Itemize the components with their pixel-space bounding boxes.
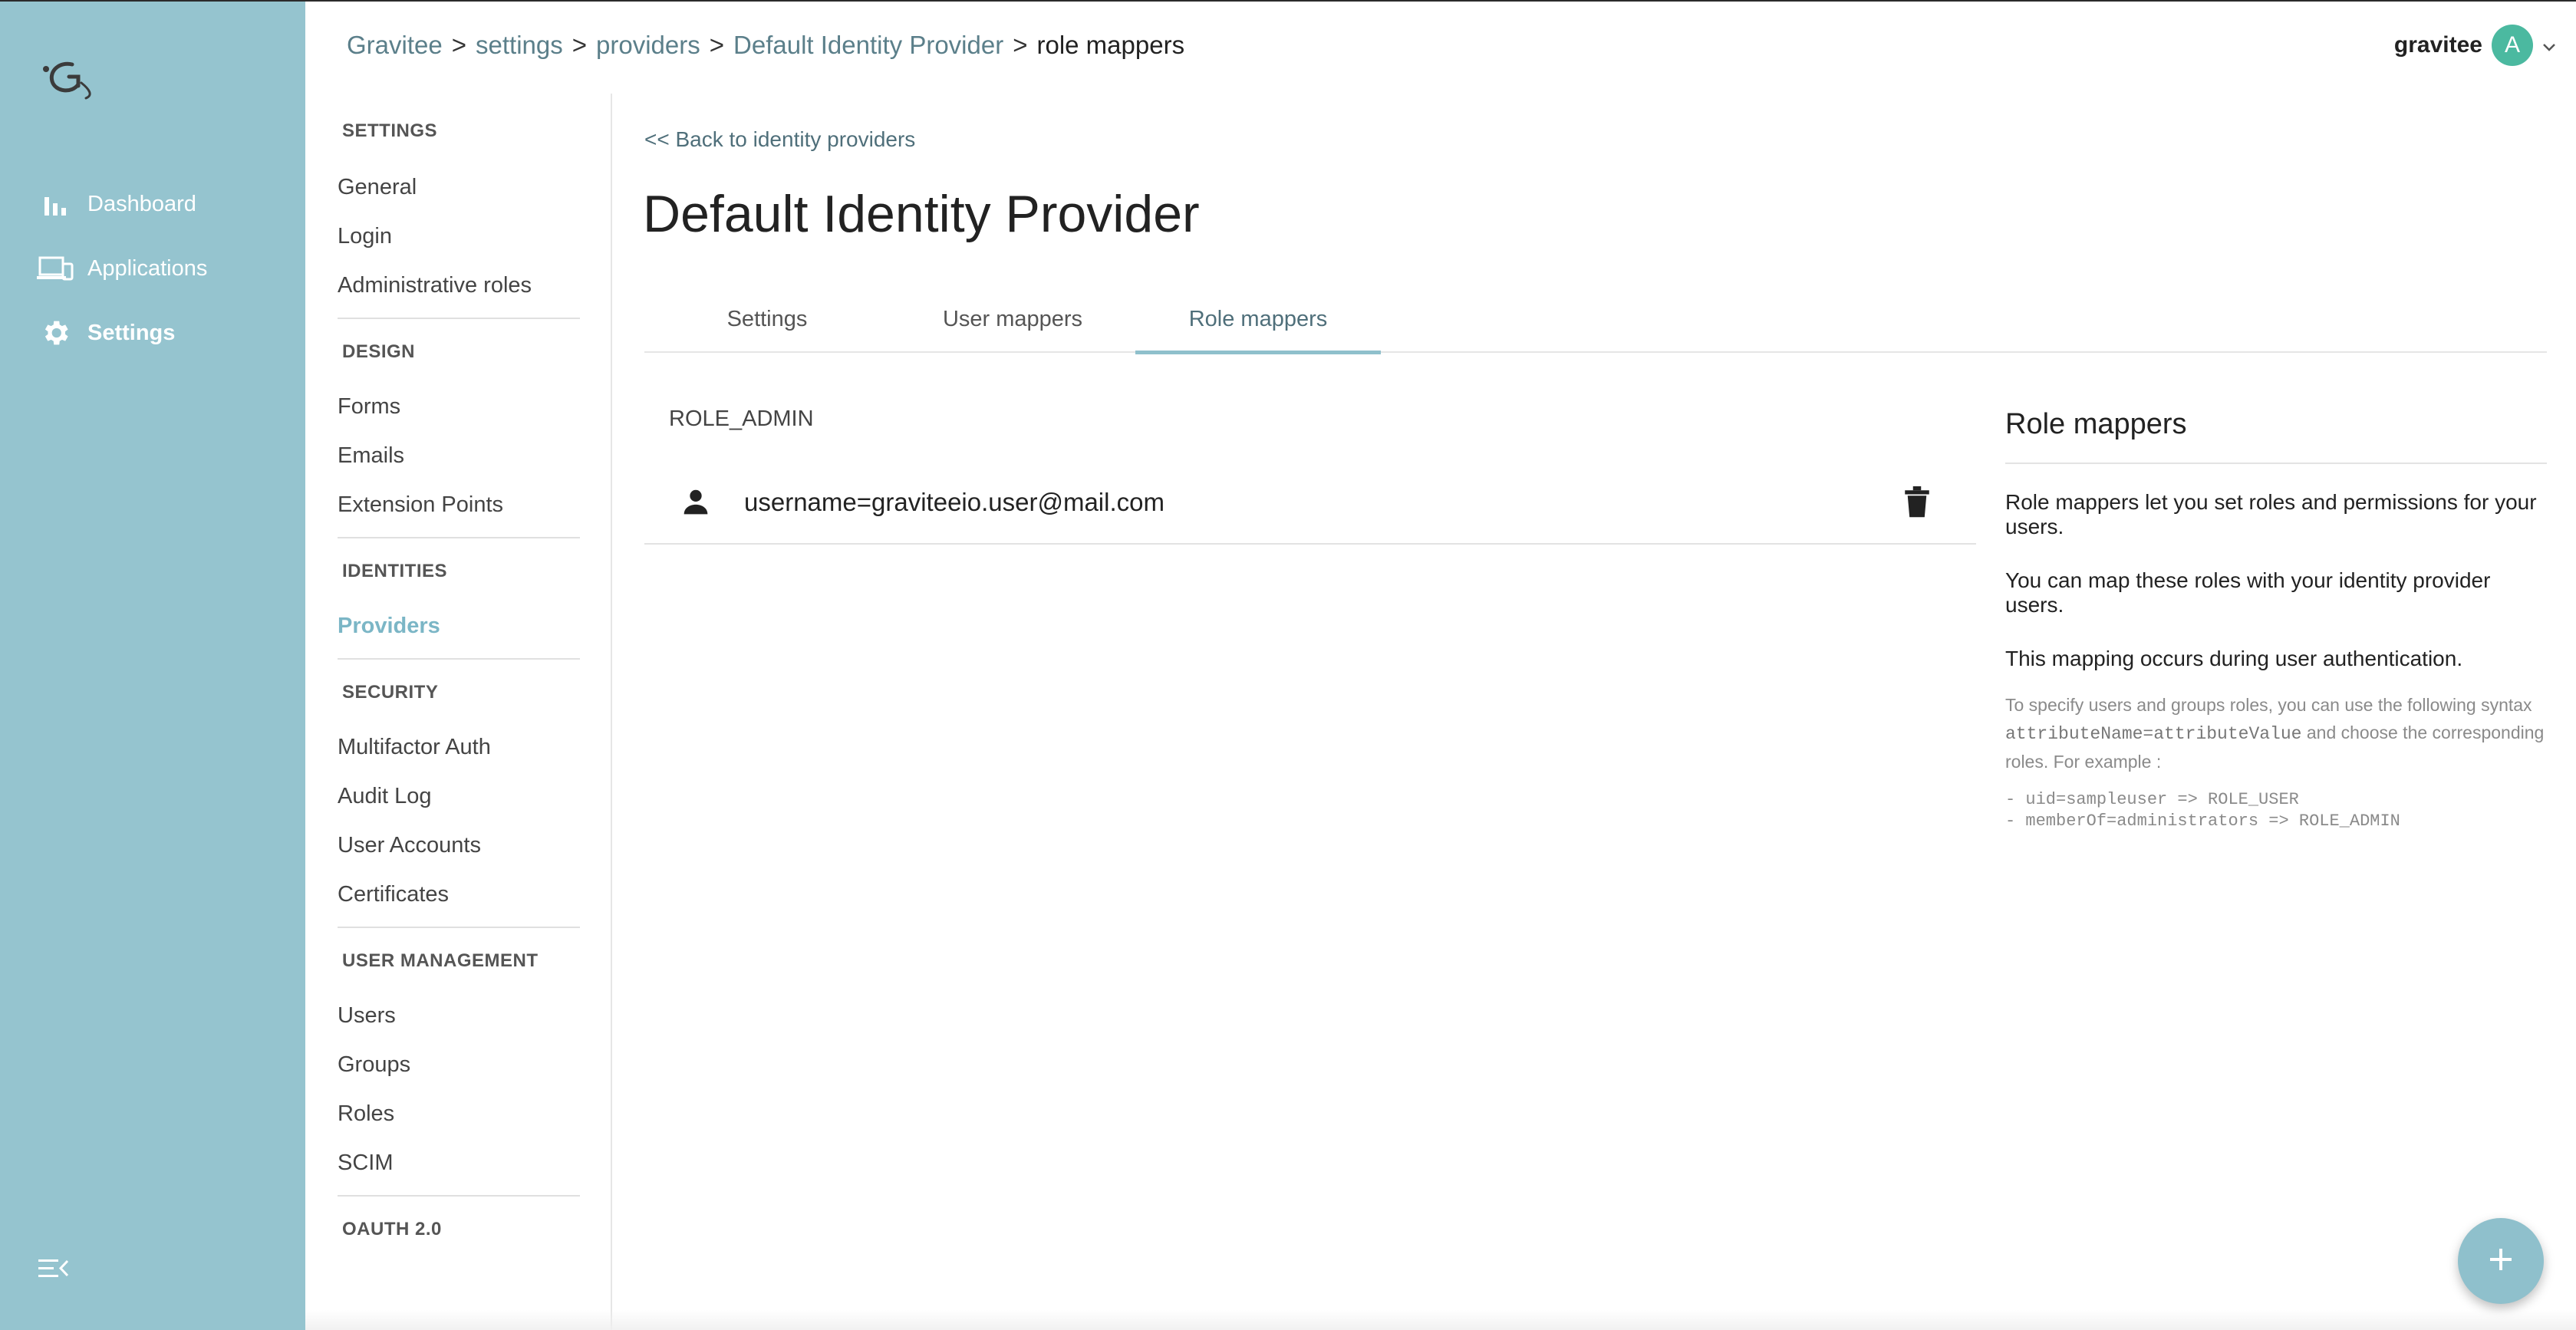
user-name: gravitee [2393,32,2482,58]
breadcrumb-settings[interactable]: settings [476,31,563,60]
tab-settings[interactable]: Settings [644,285,890,353]
add-role-mapper-button[interactable] [2458,1218,2544,1304]
rail-item-applications[interactable]: Applications [37,245,207,291]
subnav-item-multifactor-auth[interactable]: Multifactor Auth [338,723,580,772]
subnav-item-providers[interactable]: Providers [338,601,580,650]
divider [338,537,580,538]
subnav-group-title: USER MANAGEMENT [342,950,539,971]
help-paragraph: You can map these roles with your identi… [2005,568,2491,617]
rail-item-label: Dashboard [87,191,196,216]
help-syntax-code: attributeName=attributeValue [2005,724,2302,744]
delete-icon[interactable] [1901,485,1933,520]
divider [338,1195,580,1197]
help-syntax-pre: To specify users and groups roles, you c… [2005,695,2532,715]
help-example-2: - memberOf=administrators => ROLE_ADMIN [2005,811,2400,831]
help-panel: Role mappers Role mappers let you set ro… [2005,408,2547,832]
bottom-shadow [305,1310,2576,1330]
subnav-item-groups[interactable]: Groups [338,1040,580,1089]
tab-user-mappers[interactable]: User mappers [890,285,1135,353]
help-paragraph: This mapping occurs during user authenti… [2005,647,2463,670]
divider [338,318,580,319]
settings-subnav: SETTINGS General Login Administrative ro… [305,94,612,1330]
bar-chart-icon [37,186,74,222]
help-paragraph: Role mappers let you set roles and permi… [2005,490,2537,538]
back-to-identity-providers-link[interactable]: << Back to identity providers [644,127,915,152]
gravitee-logo[interactable] [38,55,100,101]
breadcrumb-default-idp[interactable]: Default Identity Provider [733,31,1003,60]
subnav-item-users[interactable]: Users [338,991,580,1040]
subnav-item-administrative-roles[interactable]: Administrative roles [338,261,580,310]
breadcrumb-separator: > [709,31,725,59]
divider [338,927,580,928]
subnav-item-scim[interactable]: SCIM [338,1138,580,1187]
subnav-item-emails[interactable]: Emails [338,431,580,480]
subnav-item-audit-log[interactable]: Audit Log [338,772,580,821]
plus-icon [2487,1246,2515,1277]
rail-item-dashboard[interactable]: Dashboard [37,181,196,227]
subnav-item-forms[interactable]: Forms [338,382,580,431]
subnav-item-user-accounts[interactable]: User Accounts [338,821,580,870]
breadcrumb-separator: > [572,31,588,59]
tab-role-mappers[interactable]: Role mappers [1135,285,1381,354]
divider [338,658,580,660]
subnav-group-title: DESIGN [342,341,416,362]
subnav-item-roles[interactable]: Roles [338,1089,580,1138]
subnav-group-title: IDENTITIES [342,561,448,581]
mapper-value: username=graviteeio.user@mail.com [744,488,1164,516]
subnav-item-certificates[interactable]: Certificates [338,870,580,919]
tab-bar: Settings User mappers Role mappers [644,285,2547,354]
breadcrumb: Gravitee > settings > providers > Defaul… [347,31,1184,60]
subnav-item-general[interactable]: General [338,163,580,212]
user-menu[interactable]: gravitee A [2394,25,2556,66]
collapse-menu-icon[interactable] [37,1252,71,1286]
rail-item-label: Applications [87,255,208,281]
breadcrumb-current: role mappers [1036,31,1185,59]
help-syntax-note: To specify users and groups roles, you c… [2005,691,2547,775]
subnav-group-title: OAUTH 2.0 [342,1219,442,1239]
list-item[interactable]: username=graviteeio.user@mail.com [644,462,1976,545]
breadcrumb-providers[interactable]: providers [596,31,700,60]
help-examples: - uid=sampleuser => ROLE_USER - memberOf… [2005,789,2547,832]
chevron-down-icon[interactable] [2542,32,2556,58]
gear-icon [37,314,74,351]
help-title: Role mappers [2005,408,2547,464]
subnav-item-extension-points[interactable]: Extension Points [338,480,580,529]
subnav-group-title: SETTINGS [342,120,438,141]
role-name: ROLE_ADMIN [669,407,814,431]
subnav-group-title: SECURITY [342,682,439,703]
subnav-item-login[interactable]: Login [338,212,580,261]
breadcrumb-separator: > [451,31,466,59]
left-rail: Dashboard Applications Settings [0,2,305,1330]
rail-item-settings[interactable]: Settings [37,310,175,356]
help-example-1: - uid=sampleuser => ROLE_USER [2005,790,2299,809]
person-icon [678,485,713,520]
breadcrumb-separator: > [1013,31,1028,59]
rail-item-label: Settings [87,320,176,345]
page-title: Default Identity Provider [643,185,1200,243]
avatar[interactable]: A [2492,25,2533,66]
devices-icon [37,250,74,287]
breadcrumb-gravitee[interactable]: Gravitee [347,31,443,60]
